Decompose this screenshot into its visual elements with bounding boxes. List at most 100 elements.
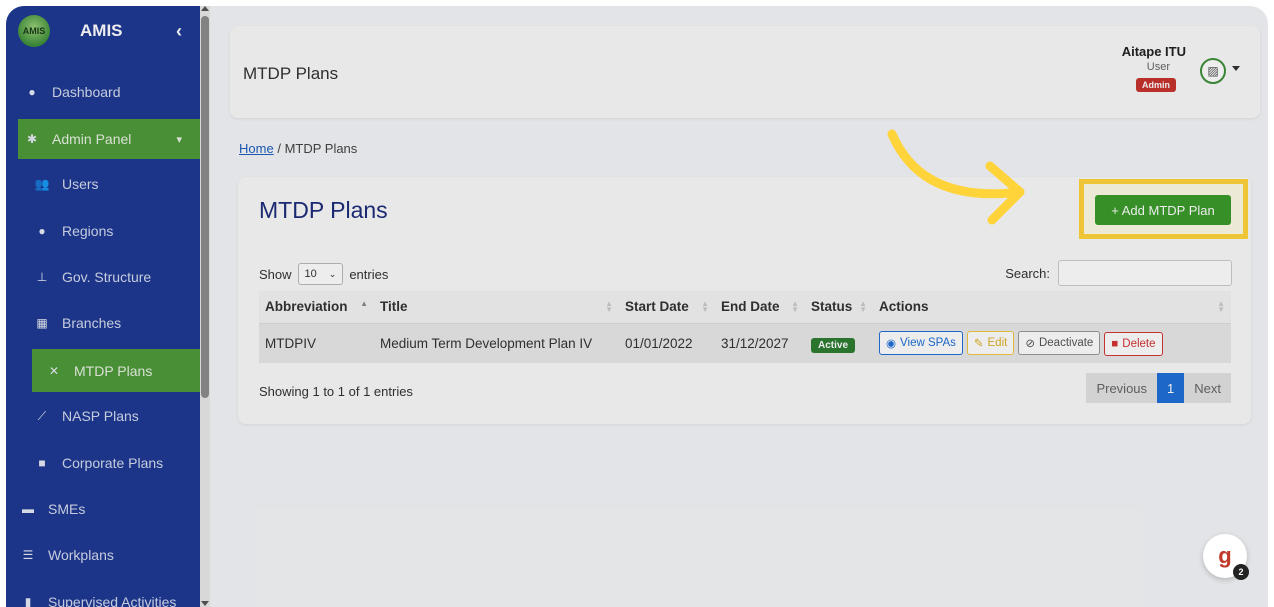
breadcrumb-separator: / (277, 141, 281, 156)
view-spas-button[interactable]: ◉ View SPAs (879, 330, 963, 355)
chevron-down-icon: ⌄ (328, 268, 337, 279)
page-title: MTDP Plans (243, 64, 339, 83)
table-row: MTDPIV Medium Term Development Plan IV 0… (259, 323, 1231, 363)
next-page-button[interactable]: Next (1184, 373, 1231, 403)
chevron-down-icon: ▾ (176, 133, 182, 146)
delete-button[interactable]: ■ Delete (1104, 331, 1163, 356)
pointer-arrow-icon (887, 129, 1025, 225)
breadcrumb-home-link[interactable]: Home (239, 141, 274, 156)
previous-page-button[interactable]: Previous (1086, 373, 1158, 403)
entries-label: entries (349, 266, 389, 282)
sidebar-item-nasp-plans[interactable]: ⟋ NASP Plans (6, 396, 200, 436)
user-role: User (1146, 61, 1170, 73)
mtdp-plans-card: MTDP Plans + Add MTDP Plan Show 10 ⌄ ent… (238, 177, 1251, 424)
sidebar-item-admin-panel[interactable]: ✱ Admin Panel ▾ (18, 119, 200, 159)
sidebar-item-regions[interactable]: ● Regions (6, 211, 200, 251)
sidebar-item-label: Supervised Activities (48, 594, 177, 607)
briefcase-icon: ■ (38, 456, 46, 470)
card-title: MTDP Plans (259, 197, 388, 223)
table-header-row: Abbreviation ▲ Title ▲ ▼ Start Date ▲ ▼ End D… (259, 291, 1231, 324)
add-mtdp-plan-button[interactable]: + Add MTDP Plan (1095, 195, 1231, 225)
admin-badge: Admin (1136, 78, 1176, 92)
brand: AMIS AMIS ‹ (6, 6, 200, 56)
sidebar-item-label: Workplans (48, 547, 114, 563)
network-icon: ✕ (48, 363, 60, 378)
breadcrumb: Home / MTDP Plans (239, 141, 357, 156)
table-info: Showing 1 to 1 of 1 entries (259, 384, 413, 399)
sidebar-item-mtdp-plans[interactable]: ✕ MTDP Plans (32, 349, 200, 392)
sort-icon: ▲ ▼ (605, 299, 613, 314)
sidebar-item-label: Dashboard (52, 84, 121, 100)
mtdp-plans-table: Abbreviation ▲ Title ▲ ▼ Start Date ▲ ▼ End D… (259, 291, 1231, 363)
app-window: AMIS AMIS ‹ ● Dashboard ✱ Admin Panel ▾ … (6, 6, 1268, 607)
eye-icon: ◉ (886, 337, 897, 350)
amis-logo: AMIS (18, 15, 50, 47)
scrollbar-thumb[interactable] (201, 16, 209, 398)
sidebar-item-label: SMEs (48, 501, 86, 517)
sidebar-item-workplans[interactable]: ☰ Workplans (6, 535, 200, 575)
help-widget-button[interactable]: g 2 (1203, 534, 1249, 580)
users-icon: 👥 (34, 177, 50, 191)
notification-count-badge: 2 (1233, 564, 1249, 580)
scroll-down-icon[interactable] (201, 601, 209, 606)
ban-icon: ⊘ (1025, 337, 1035, 350)
brand-name: AMIS (80, 21, 123, 40)
sitemap-icon: ⊥ (36, 270, 48, 284)
sidebar-item-users[interactable]: 👥 Users (6, 164, 200, 204)
trash-icon: ■ (1111, 337, 1119, 350)
sidebar-item-label: Admin Panel (52, 131, 132, 147)
sidebar-item-label: Corporate Plans (62, 455, 164, 471)
edit-icon: ✎ (973, 337, 984, 350)
status-badge: Active (811, 337, 856, 353)
sidebar-item-corporate-plans[interactable]: ■ Corporate Plans (6, 443, 200, 483)
sidebar-item-label: Branches (62, 315, 122, 331)
list-check-icon: ☰ (22, 548, 34, 562)
sidebar-item-branches[interactable]: ▦ Branches (6, 303, 200, 343)
page-1-button[interactable]: 1 (1157, 373, 1185, 403)
sidebar-item-label: Users (62, 176, 99, 192)
sidebar-item-supervised-activities[interactable]: ▮ Supervised Activities (6, 582, 200, 607)
column-header-title[interactable]: Title ▲ ▼ (374, 291, 619, 324)
sidebar-item-label: Regions (62, 223, 114, 239)
cell-actions: ◉ View SPAs ✎ Edit ⊘ Deactivate ■ Delete (873, 323, 1231, 363)
sort-asc-icon: ▲ (360, 299, 368, 308)
chart-line-icon: ⟋ (37, 408, 47, 423)
cell-title: Medium Term Development Plan IV (374, 323, 619, 363)
cell-status: Active (805, 323, 873, 363)
search-control: Search: (1005, 260, 1232, 286)
map-pin-icon: ● (38, 224, 46, 238)
top-header: MTDP Plans Aitape ITU User Admin ▨ (230, 26, 1260, 118)
help-widget-letter: g (1218, 543, 1232, 568)
caret-down-icon[interactable] (1232, 66, 1240, 71)
column-header-start-date[interactable]: Start Date ▲ ▼ (619, 291, 715, 324)
sidebar-item-smes[interactable]: ▬ SMEs (6, 489, 200, 529)
column-header-status[interactable]: Status ▲ ▼ (805, 291, 873, 324)
sidebar-item-label: MTDP Plans (74, 362, 153, 379)
sidebar-scrollbar[interactable] (200, 6, 210, 607)
scroll-up-icon[interactable] (201, 6, 209, 11)
entries-select[interactable]: 10 ⌄ (297, 263, 344, 285)
entries-length-control: Show 10 ⌄ entries (259, 263, 388, 285)
sort-icon: ▲ ▼ (791, 299, 799, 314)
chevron-left-icon[interactable]: ‹ (176, 21, 182, 42)
sidebar-item-gov-structure[interactable]: ⊥ Gov. Structure (6, 257, 200, 297)
sort-icon: ▲ ▼ (701, 299, 709, 314)
user-menu[interactable]: Aitape ITU User Admin ▨ (1100, 44, 1240, 104)
column-header-abbreviation[interactable]: Abbreviation ▲ (259, 291, 374, 324)
sidebar-item-label: Gov. Structure (62, 269, 152, 285)
avatar-image-icon[interactable]: ▨ (1200, 58, 1226, 84)
gear-icon: ✱ (26, 132, 38, 146)
edit-button[interactable]: ✎ Edit (966, 330, 1015, 355)
sidebar-item-dashboard[interactable]: ● Dashboard (6, 72, 200, 112)
palette-icon: ● (28, 85, 36, 99)
sort-icon: ▲ ▼ (1217, 299, 1225, 314)
user-name: Aitape ITU (1121, 44, 1186, 59)
cell-start-date: 01/01/2022 (619, 323, 715, 363)
breadcrumb-current: MTDP Plans (284, 141, 358, 156)
deactivate-button[interactable]: ⊘ Deactivate (1018, 330, 1101, 355)
search-input[interactable] (1058, 260, 1232, 286)
column-header-end-date[interactable]: End Date ▲ ▼ (715, 291, 805, 324)
column-header-actions[interactable]: Actions ▲ ▼ (873, 291, 1231, 324)
entries-select-value: 10 (304, 268, 317, 280)
sidebar-item-label: NASP Plans (62, 408, 139, 424)
